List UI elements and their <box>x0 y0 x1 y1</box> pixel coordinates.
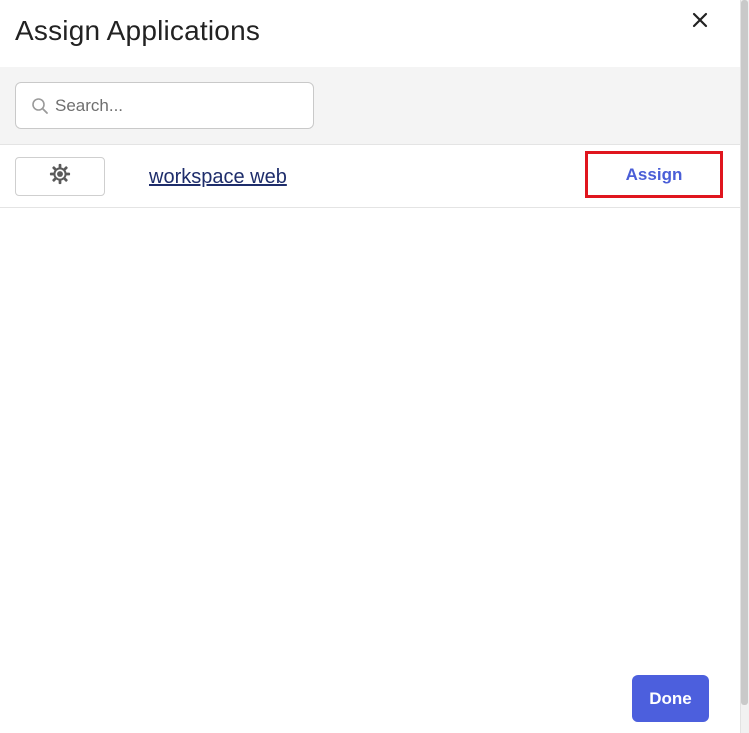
dialog-title: Assign Applications <box>15 15 261 46</box>
app-icon-container <box>15 157 105 196</box>
done-button[interactable]: Done <box>632 675 709 722</box>
assign-button[interactable]: Assign <box>585 151 723 198</box>
assign-applications-dialog: Assign Applications Search... workspace … <box>0 0 740 733</box>
search-input[interactable] <box>55 95 295 116</box>
close-button[interactable] <box>684 6 716 38</box>
close-icon <box>692 12 708 33</box>
search-toolbar <box>0 67 740 145</box>
search-field[interactable] <box>15 82 314 129</box>
list-item: workspace web Assign <box>0 145 740 208</box>
app-name-link[interactable]: workspace web <box>149 166 287 189</box>
gear-icon <box>49 163 71 190</box>
scrollbar-thumb[interactable] <box>741 0 748 705</box>
search-icon <box>31 97 49 115</box>
